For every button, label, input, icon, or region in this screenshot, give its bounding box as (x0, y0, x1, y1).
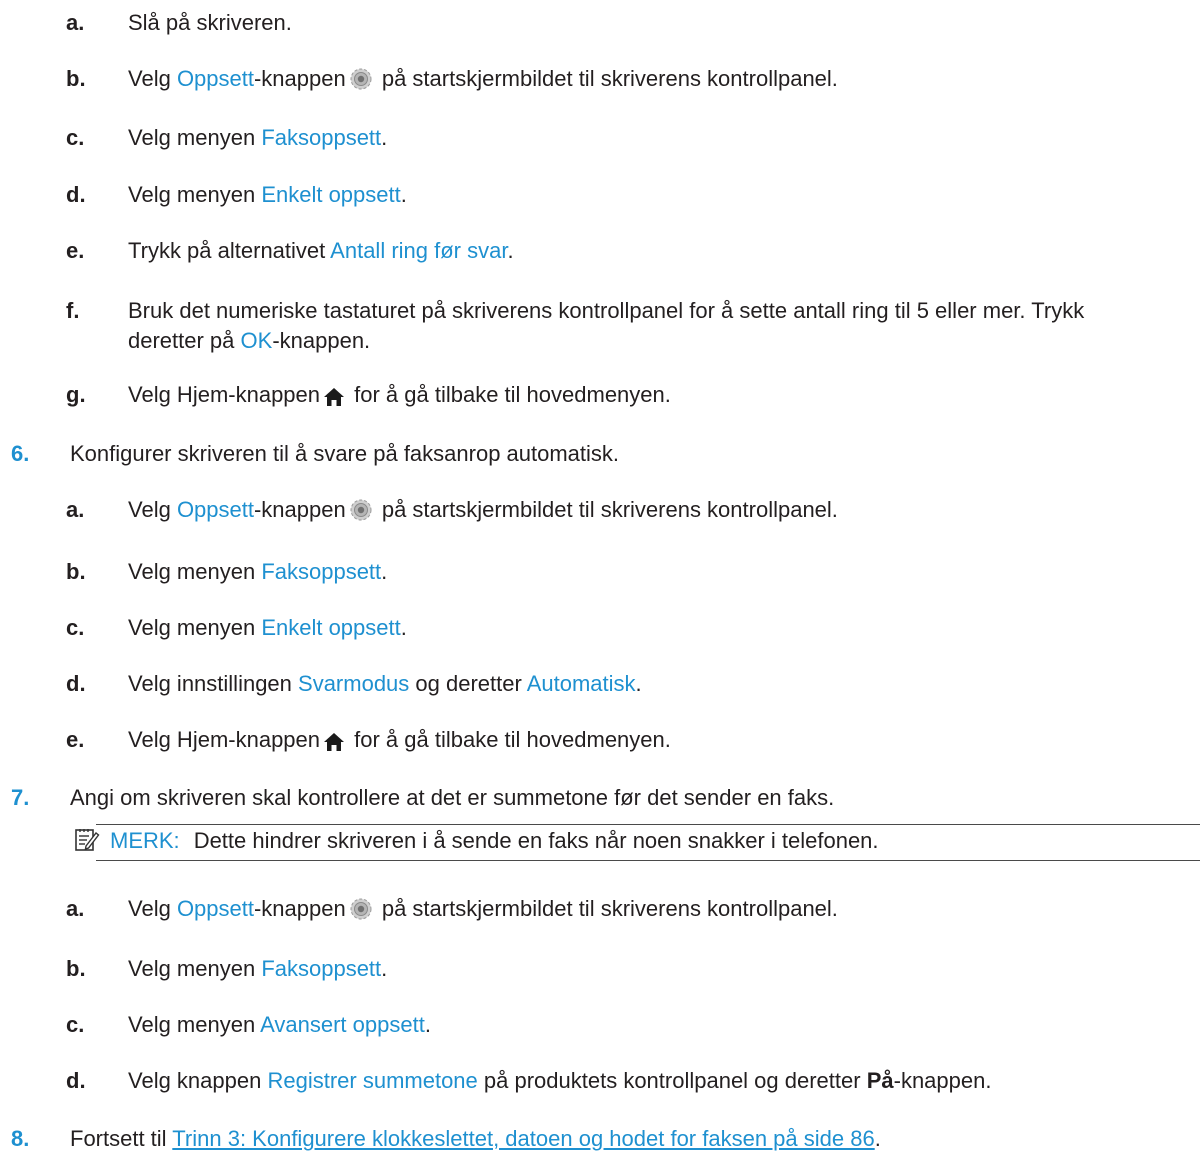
ok-link: OK (240, 328, 273, 353)
item-marker: f. (66, 298, 80, 323)
text-part: Velg menyen (128, 125, 262, 150)
text-part: Velg (128, 66, 177, 91)
text-part: Velg (128, 896, 177, 921)
step-number: 8. (11, 1126, 30, 1151)
text-part: Trykk på alternativet (128, 238, 331, 263)
item-marker: e. (66, 238, 85, 263)
text-part: Velg innstillingen (128, 671, 299, 696)
item-marker: d. (66, 182, 86, 207)
item-marker: d. (66, 671, 86, 696)
text-part: Velg menyen (128, 559, 262, 584)
item-text: Slå på skriveren. (128, 10, 292, 35)
text-part: deretter på (128, 328, 241, 353)
item-marker: d. (66, 1068, 86, 1093)
faksoppsett-link: Faksoppsett (261, 559, 382, 584)
trinn-3-link[interactable]: Trinn 3: Konfigurere klokkeslettet, dato… (172, 1126, 874, 1151)
faksoppsett-link: Faksoppsett (261, 956, 382, 981)
faksoppsett-link: Faksoppsett (261, 125, 382, 150)
home-icon (323, 730, 345, 760)
item-marker: e. (66, 727, 85, 752)
enkelt-oppsett-link: Enkelt oppsett (261, 615, 401, 640)
text-part: . (381, 956, 388, 981)
gear-icon (349, 67, 373, 99)
text-part: . (874, 1126, 881, 1151)
item-marker: a. (66, 497, 85, 522)
text-part: Velg Hjem-knappen (128, 382, 321, 407)
text-part: Fortsett til (70, 1126, 173, 1151)
text-part: . (400, 182, 407, 207)
note-top-rule (96, 824, 1200, 825)
pa-button-label: På (866, 1068, 894, 1093)
text-part: -knappen. (272, 328, 371, 353)
oppsett-link: Oppsett (176, 896, 254, 921)
text-part: Bruk det numeriske tastaturet på skriver… (128, 298, 1085, 323)
home-icon (323, 385, 345, 415)
gear-icon (349, 897, 373, 929)
step-number: 6. (11, 441, 30, 466)
item-marker: b. (66, 559, 86, 584)
text-part: Velg (128, 497, 177, 522)
text-part: på startskjermbildet til skriverens kont… (375, 896, 838, 921)
text-part: Velg Hjem-knappen (128, 727, 321, 752)
registrer-summetone-link: Registrer summetone (267, 1068, 478, 1093)
text-part: Velg menyen (128, 1012, 261, 1037)
text-part: . (381, 559, 388, 584)
gear-icon (349, 498, 373, 530)
item-marker: g. (66, 382, 86, 407)
text-part: -knappen. (893, 1068, 992, 1093)
antall-ring-link: Antall ring før svar (330, 238, 508, 263)
text-part: . (381, 125, 388, 150)
text-part: og deretter (409, 671, 527, 696)
text-part: . (400, 615, 407, 640)
text-part: på startskjermbildet til skriverens kont… (375, 66, 838, 91)
text-part: Velg menyen (128, 956, 262, 981)
item-marker: b. (66, 956, 86, 981)
text-part: . (424, 1012, 431, 1037)
text-part: for å gå tilbake til hovedmenyen. (348, 727, 671, 752)
enkelt-oppsett-link: Enkelt oppsett (261, 182, 401, 207)
svarmodus-link: Svarmodus (298, 671, 410, 696)
text-part: på startskjermbildet til skriverens kont… (375, 497, 838, 522)
item-marker: a. (66, 10, 85, 35)
text-part: for å gå tilbake til hovedmenyen. (348, 382, 671, 407)
text-part: -knappen (253, 896, 346, 921)
step-text: Angi om skriveren skal kontrollere at de… (70, 785, 835, 810)
text-part: Velg knappen (128, 1068, 268, 1093)
oppsett-link: Oppsett (176, 497, 254, 522)
text-part: på produktets kontrollpanel og deretter (477, 1068, 867, 1093)
avansert-oppsett-link: Avansert oppsett (260, 1012, 425, 1037)
oppsett-link: Oppsett (176, 66, 254, 91)
item-marker: b. (66, 66, 86, 91)
item-marker: a. (66, 896, 85, 921)
item-marker: c. (66, 125, 85, 150)
step-text: Konfigurer skriveren til å svare på faks… (70, 441, 620, 466)
automatisk-link: Automatisk (526, 671, 636, 696)
text-part: -knappen (253, 66, 346, 91)
note-box: MERK: Dette hindrer skriveren i å sende e… (74, 826, 1200, 861)
step-number: 7. (11, 785, 30, 810)
note-pencil-icon (74, 827, 100, 861)
text-part: . (507, 238, 514, 263)
text-part: Velg menyen (128, 182, 262, 207)
text-part: -knappen (253, 497, 346, 522)
note-bottom-rule (96, 860, 1200, 861)
item-marker: c. (66, 615, 85, 640)
note-text: Dette hindrer skriveren i å sende en fak… (193, 828, 879, 853)
item-marker: c. (66, 1012, 85, 1037)
text-part: Velg menyen (128, 615, 262, 640)
note-label: MERK: (110, 828, 180, 853)
text-part: . (635, 671, 642, 696)
